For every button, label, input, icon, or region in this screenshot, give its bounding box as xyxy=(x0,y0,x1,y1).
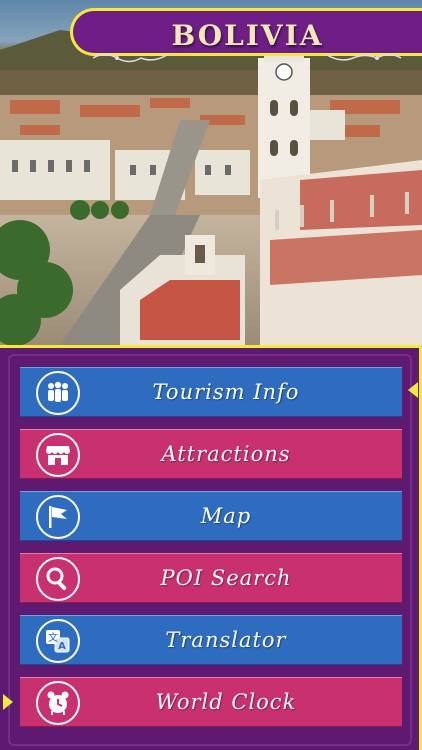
svg-text:文: 文 xyxy=(48,631,58,644)
menu-item-translator[interactable]: 文 A Translator xyxy=(20,615,402,665)
title-banner: Bolivia xyxy=(70,8,422,63)
menu-item-world-clock[interactable]: World Clock xyxy=(20,677,402,727)
menu-item-poi-search[interactable]: POI Search xyxy=(20,553,402,603)
people-group-icon xyxy=(36,371,80,415)
storefront-icon xyxy=(36,433,80,477)
menu-item-label: Map xyxy=(200,504,252,528)
right-ornament-icon xyxy=(326,53,402,61)
selection-marker xyxy=(408,382,418,398)
translate-icon: 文 A xyxy=(36,619,80,663)
left-ornament-icon xyxy=(92,53,168,63)
magnifier-icon xyxy=(36,557,80,601)
page-title: Bolivia xyxy=(171,19,324,52)
menu-item-label: POI Search xyxy=(160,566,292,590)
svg-text:A: A xyxy=(58,641,66,652)
alarm-clock-icon xyxy=(36,681,80,725)
menu-item-tourism-info[interactable]: Tourism Info xyxy=(20,367,402,417)
menu-item-attractions[interactable]: Attractions xyxy=(20,429,402,479)
menu-item-label: World Clock xyxy=(155,690,297,714)
menu-item-map[interactable]: Map xyxy=(20,491,402,541)
menu-item-label: Translator xyxy=(165,628,287,652)
selection-marker xyxy=(3,694,13,710)
menu-item-label: Attractions xyxy=(161,442,291,466)
flag-icon xyxy=(36,495,80,539)
menu-item-label: Tourism Info xyxy=(152,380,300,404)
